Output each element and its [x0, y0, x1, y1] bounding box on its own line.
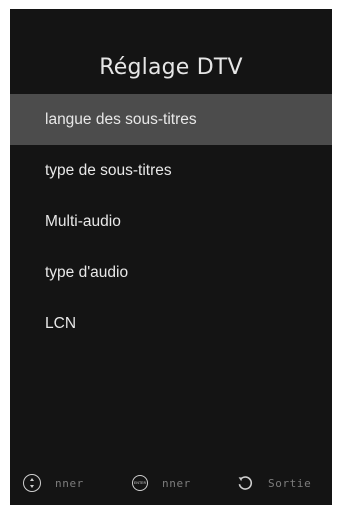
- up-down-nav-icon: [23, 474, 41, 492]
- enter-button-icon: ENTER: [132, 475, 148, 491]
- hint-label: nner: [162, 476, 191, 490]
- back-return-icon: [236, 474, 254, 492]
- page-title: Réglage DTV: [99, 55, 243, 80]
- hint-label: nner: [55, 476, 84, 490]
- menu-item-subtitle-type[interactable]: type de sous-titres: [10, 145, 332, 196]
- menu-item-multi-audio[interactable]: Multi-audio: [10, 196, 332, 247]
- hint-navigate: nner: [23, 472, 84, 494]
- hint-exit[interactable]: Sortie: [236, 472, 311, 494]
- menu-item-label: type d'audio: [45, 264, 129, 281]
- settings-menu: langue des sous-titres type de sous-titr…: [10, 94, 332, 349]
- dtv-settings-panel: Réglage DTV langue des sous-titres type …: [10, 9, 332, 505]
- menu-item-label: langue des sous-titres: [45, 111, 197, 128]
- menu-item-lcn[interactable]: LCN: [10, 298, 332, 349]
- hint-label: Sortie: [268, 476, 312, 490]
- menu-item-label: type de sous-titres: [45, 162, 172, 179]
- menu-item-audio-type[interactable]: type d'audio: [10, 247, 332, 298]
- key-hint-bar: nner ENTER nner Sortie: [10, 472, 332, 494]
- menu-item-label: Multi-audio: [45, 213, 121, 230]
- menu-item-label: LCN: [45, 315, 77, 332]
- menu-item-subtitle-language[interactable]: langue des sous-titres: [10, 94, 332, 145]
- hint-enter: ENTER nner: [132, 472, 191, 494]
